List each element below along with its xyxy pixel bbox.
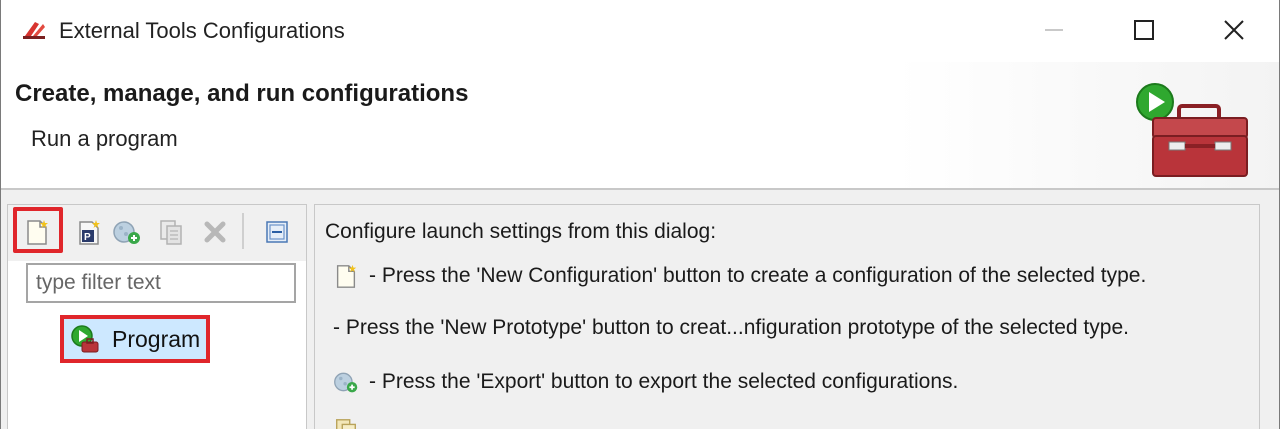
- export-icon: [334, 373, 358, 393]
- delete-button[interactable]: [196, 213, 234, 251]
- minimize-icon: [1045, 29, 1063, 31]
- info-line-partial: [333, 417, 369, 429]
- duplicate-icon: [336, 419, 356, 429]
- info-text: - Press the 'Export' button to export th…: [369, 370, 959, 393]
- collapse-all-icon: [266, 221, 288, 243]
- new-configuration-highlight: [13, 207, 63, 253]
- info-heading: Configure launch settings from this dial…: [325, 220, 717, 243]
- maximize-button[interactable]: [1109, 10, 1179, 50]
- new-prototype-button[interactable]: P: [70, 213, 108, 251]
- dialog-header: Create, manage, and run configurations R…: [1, 62, 1279, 190]
- filter-input[interactable]: [26, 263, 296, 303]
- launch-info-pane: Configure launch settings from this dial…: [314, 204, 1260, 429]
- close-icon: [1224, 20, 1244, 40]
- export-button[interactable]: [108, 213, 146, 251]
- info-line-export: - Press the 'Export' button to export th…: [333, 369, 958, 395]
- tree-item-label: Program: [112, 325, 201, 352]
- header-title: Create, manage, and run configurations: [15, 80, 469, 107]
- new-prototype-icon: P: [79, 220, 100, 245]
- info-text: - Press the 'New Configuration' button t…: [369, 264, 1147, 287]
- title-bar: External Tools Configurations: [1, 0, 1279, 62]
- eclipse-tool-icon: [23, 22, 45, 39]
- toolbox-run-icon: [1136, 83, 1248, 177]
- dialog-body: P type filter text Program Configure lau…: [1, 190, 1279, 429]
- new-configuration-icon: [336, 265, 357, 289]
- tree-item-program[interactable]: Program: [60, 315, 210, 363]
- program-icon: [71, 325, 99, 353]
- window-title: External Tools Configurations: [59, 18, 345, 43]
- info-text: - Press the 'New Prototype' button to cr…: [333, 316, 1129, 339]
- duplicate-button[interactable]: [152, 213, 190, 251]
- tree-toolbar: P: [8, 205, 306, 261]
- configuration-tree-pane: P type filter text Program: [7, 204, 307, 429]
- svg-text:P: P: [84, 232, 91, 243]
- external-tools-dialog: External Tools Configurations Create, ma…: [0, 0, 1280, 429]
- duplicate-icon: [160, 220, 182, 245]
- info-line-new-configuration: - Press the 'New Configuration' button t…: [333, 263, 1146, 289]
- close-button[interactable]: [1199, 10, 1269, 50]
- collapse-all-button[interactable]: [258, 213, 296, 251]
- delete-icon: [204, 221, 226, 243]
- maximize-icon: [1134, 20, 1154, 40]
- info-line-new-prototype: - Press the 'New Prototype' button to cr…: [333, 315, 1129, 341]
- toolbar-separator: [242, 213, 244, 249]
- header-subtitle: Run a program: [31, 126, 178, 151]
- export-icon: [113, 221, 140, 244]
- minimize-button[interactable]: [1021, 10, 1091, 50]
